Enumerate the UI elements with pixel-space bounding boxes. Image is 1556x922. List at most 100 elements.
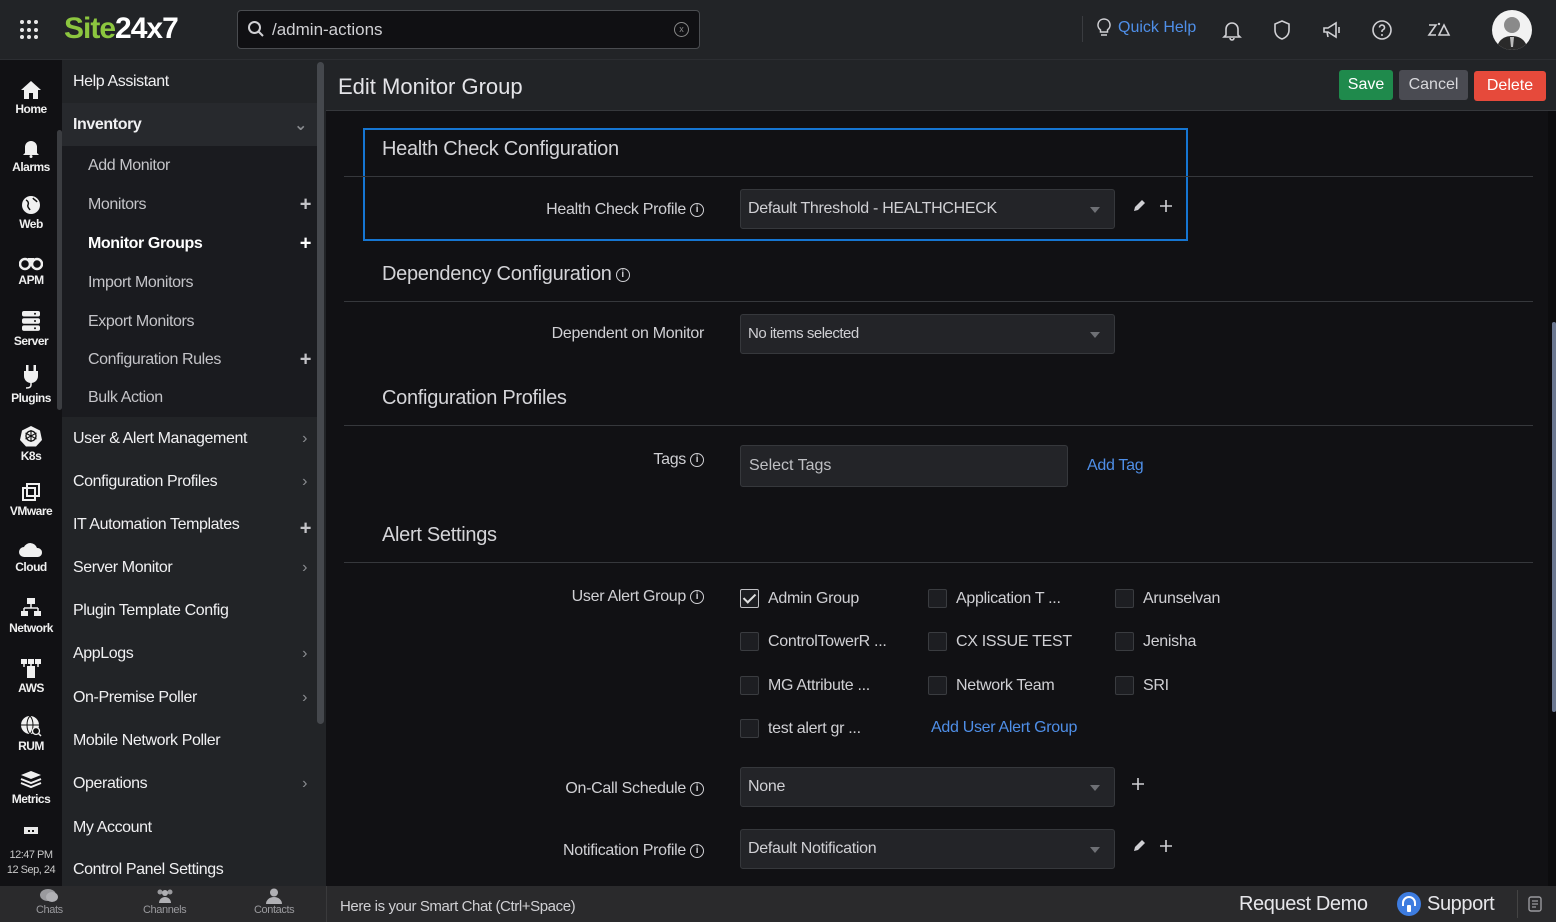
save-button[interactable]: Save	[1339, 70, 1393, 100]
plus-icon[interactable]: +	[300, 517, 312, 540]
info-icon[interactable]: i	[690, 590, 704, 604]
rail-item-alarms[interactable]: Alarms	[0, 138, 62, 174]
dependent-on-monitor-select[interactable]: No items selected	[740, 314, 1115, 354]
shield-icon[interactable]	[1270, 18, 1294, 42]
alert-group-admin-group[interactable]: Admin Group	[740, 589, 859, 608]
checkbox[interactable]	[740, 719, 759, 738]
zia-icon[interactable]	[1427, 18, 1451, 42]
rail-item-k8s[interactable]: K8s	[0, 425, 62, 463]
plus-icon[interactable]: +	[300, 232, 312, 255]
alert-group-application-t[interactable]: Application T ...	[928, 589, 1061, 608]
help-circle-icon[interactable]	[1370, 18, 1394, 42]
info-icon[interactable]: i	[615, 267, 630, 282]
alert-group-arunselvan[interactable]: Arunselvan	[1115, 589, 1220, 608]
delete-button[interactable]: Delete	[1474, 71, 1546, 101]
alert-group-test-alert-gr[interactable]: test alert gr ...	[740, 719, 861, 738]
on-call-schedule-select[interactable]: None	[740, 767, 1115, 807]
menu-item-import-monitors[interactable]: Import Monitors	[62, 263, 317, 302]
menu-item-operations[interactable]: Operations ›	[62, 762, 317, 805]
smart-chat-input[interactable]: Here is your Smart Chat (Ctrl+Space)	[340, 898, 576, 915]
plus-icon[interactable]: +	[300, 348, 312, 371]
rail-item-rum[interactable]: RUM	[0, 715, 62, 753]
checkbox[interactable]	[740, 632, 759, 651]
user-avatar[interactable]	[1492, 10, 1532, 50]
menu-item-export-monitors[interactable]: Export Monitors	[62, 302, 317, 341]
info-icon[interactable]: i	[690, 782, 704, 796]
menu-item-applogs[interactable]: AppLogs ›	[62, 632, 317, 675]
alert-group-controltowerr[interactable]: ControlTowerR ...	[740, 632, 887, 651]
checkbox[interactable]	[1115, 632, 1134, 651]
edit-pencil-icon[interactable]	[1132, 839, 1146, 853]
rail-item-aws[interactable]: AWS	[0, 657, 62, 695]
edit-pencil-icon[interactable]	[1132, 199, 1146, 213]
alert-group-network-team[interactable]: Network Team	[928, 676, 1055, 695]
checkbox[interactable]	[928, 589, 947, 608]
menu-item-configuration-rules[interactable]: Configuration Rules +	[62, 340, 317, 379]
menu-item-on-premise-poller[interactable]: On-Premise Poller ›	[62, 676, 317, 719]
health-check-profile-select[interactable]: Default Threshold - HEALTHCHECK	[740, 189, 1115, 229]
rail-item-network[interactable]: Network	[0, 597, 62, 635]
info-icon[interactable]: i	[690, 844, 704, 858]
rail-item-apm[interactable]: APM	[0, 253, 62, 287]
bell-icon[interactable]	[1220, 18, 1244, 42]
rail-item-home[interactable]: Home	[0, 80, 62, 116]
checkbox[interactable]	[740, 589, 759, 608]
checkbox[interactable]	[1115, 676, 1134, 695]
menu-item-mobile-network-poller[interactable]: Mobile Network Poller	[62, 719, 317, 762]
channels-button[interactable]: Channels	[143, 888, 187, 916]
add-plus-icon[interactable]	[1159, 199, 1173, 213]
alert-group-jenisha[interactable]: Jenisha	[1115, 632, 1196, 651]
menu-item-configuration-profiles[interactable]: Configuration Profiles ›	[62, 460, 317, 503]
rail-item-server[interactable]: Server	[0, 310, 62, 348]
menu-item-add-monitor[interactable]: Add Monitor	[62, 146, 317, 185]
menu-item-bulk-action[interactable]: Bulk Action	[62, 378, 317, 417]
select-value: Default Notification	[748, 840, 877, 857]
request-demo-link[interactable]: Request Demo	[1239, 893, 1368, 916]
rail-item-metrics[interactable]: Metrics	[0, 770, 62, 806]
content-scrollbar[interactable]	[1552, 322, 1556, 712]
checkbox[interactable]	[1115, 589, 1134, 608]
menu-item-inventory[interactable]: Inventory ⌄	[62, 103, 317, 146]
tags-input[interactable]: Select Tags	[740, 445, 1068, 487]
checkbox[interactable]	[928, 676, 947, 695]
site24x7-logo[interactable]: Site24x7	[64, 12, 179, 46]
menu-item-my-account[interactable]: My Account	[62, 806, 317, 849]
apps-grid-icon[interactable]	[20, 20, 40, 40]
quick-help-link[interactable]: Quick Help	[1096, 18, 1196, 38]
global-search[interactable]: x	[237, 10, 700, 49]
add-plus-icon[interactable]	[1131, 777, 1145, 791]
notification-profile-select[interactable]: Default Notification	[740, 829, 1115, 869]
menu-scrollbar[interactable]	[317, 62, 324, 724]
rail-item-web[interactable]: Web	[0, 195, 62, 231]
menu-item-help-assistant[interactable]: Help Assistant	[62, 60, 317, 103]
menu-item-server-monitor[interactable]: Server Monitor ›	[62, 546, 317, 589]
rail-item-vmware[interactable]: VMware	[0, 482, 62, 518]
support-button[interactable]: Support	[1397, 892, 1495, 916]
alert-group-cx-issue-test[interactable]: CX ISSUE TEST	[928, 632, 1072, 651]
notes-icon[interactable]	[1526, 895, 1544, 913]
cancel-button[interactable]: Cancel	[1399, 70, 1468, 100]
megaphone-icon[interactable]	[1320, 18, 1344, 42]
chats-button[interactable]: Chats	[36, 888, 63, 916]
search-input[interactable]	[272, 18, 662, 42]
info-icon[interactable]: i	[690, 203, 704, 217]
menu-item-user-alert-management[interactable]: User & Alert Management ›	[62, 417, 317, 460]
info-icon[interactable]: i	[690, 453, 704, 467]
menu-item-monitors[interactable]: Monitors +	[62, 185, 317, 224]
menu-item-control-panel-settings[interactable]: Control Panel Settings	[62, 848, 317, 891]
alert-group-mg-attribute[interactable]: MG Attribute ...	[740, 676, 870, 695]
checkbox[interactable]	[740, 676, 759, 695]
rail-item-plugins[interactable]: Plugins	[0, 365, 62, 405]
menu-item-it-automation-templates[interactable]: IT Automation Templates +	[62, 503, 317, 546]
clear-icon[interactable]: x	[674, 22, 689, 37]
add-user-alert-group-link[interactable]: Add User Alert Group	[931, 719, 1077, 737]
menu-item-monitor-groups[interactable]: Monitor Groups +	[62, 224, 317, 263]
rail-item-cloud[interactable]: Cloud	[0, 540, 62, 574]
plus-icon[interactable]: +	[300, 193, 312, 216]
add-plus-icon[interactable]	[1159, 839, 1173, 853]
alert-group-sri[interactable]: SRI	[1115, 676, 1169, 695]
menu-item-plugin-template-config[interactable]: Plugin Template Config	[62, 589, 317, 632]
checkbox[interactable]	[928, 632, 947, 651]
contacts-button[interactable]: Contacts	[254, 888, 295, 916]
add-tag-link[interactable]: Add Tag	[1087, 457, 1144, 475]
